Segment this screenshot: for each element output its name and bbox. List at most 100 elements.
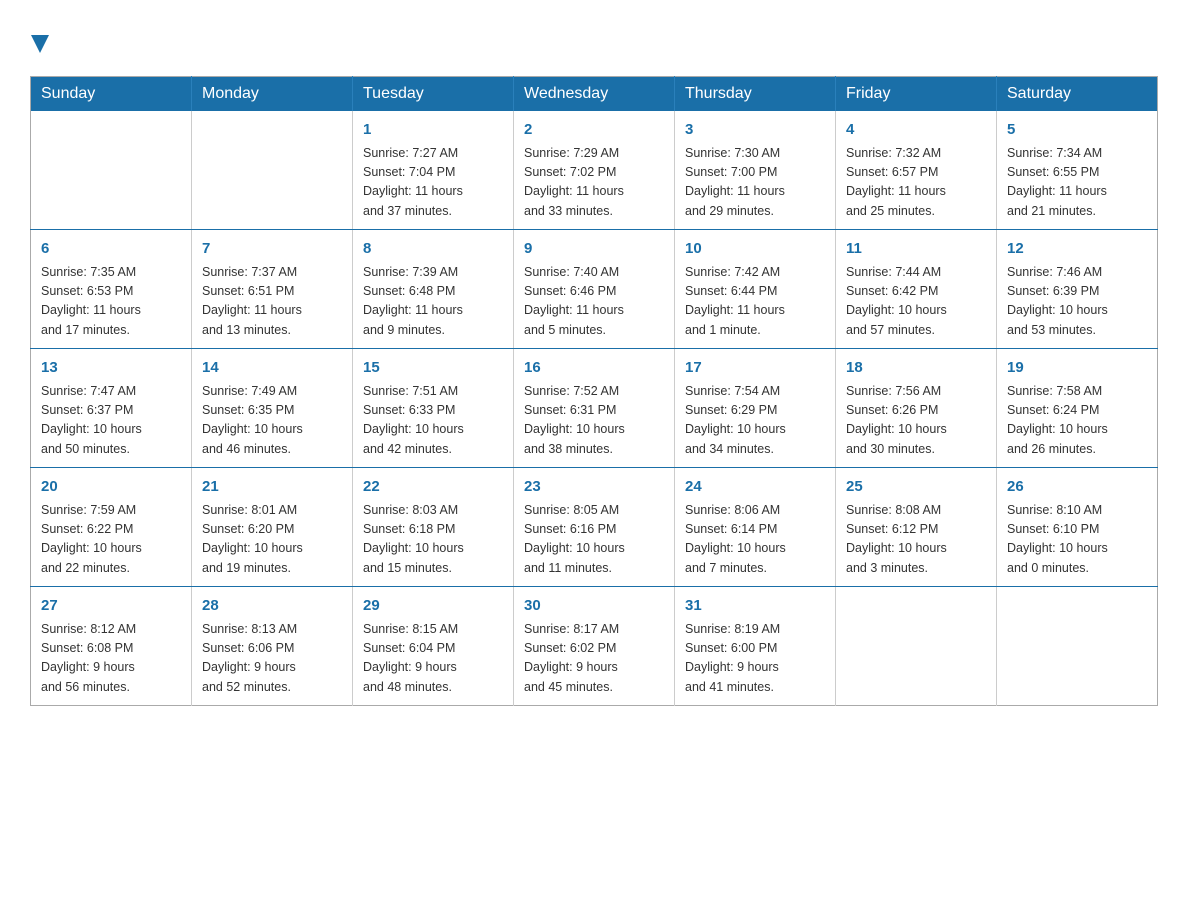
calendar-cell: 26Sunrise: 8:10 AM Sunset: 6:10 PM Dayli… [997,468,1158,587]
day-info: Sunrise: 7:40 AM Sunset: 6:46 PM Dayligh… [524,263,664,341]
calendar-cell: 7Sunrise: 7:37 AM Sunset: 6:51 PM Daylig… [192,230,353,349]
day-number: 23 [524,476,664,499]
calendar-cell: 4Sunrise: 7:32 AM Sunset: 6:57 PM Daylig… [836,111,997,230]
calendar-cell: 17Sunrise: 7:54 AM Sunset: 6:29 PM Dayli… [675,349,836,468]
day-number: 20 [41,476,181,499]
calendar-cell: 11Sunrise: 7:44 AM Sunset: 6:42 PM Dayli… [836,230,997,349]
day-number: 28 [202,595,342,618]
day-info: Sunrise: 7:56 AM Sunset: 6:26 PM Dayligh… [846,382,986,460]
day-info: Sunrise: 8:19 AM Sunset: 6:00 PM Dayligh… [685,620,825,698]
calendar-cell: 27Sunrise: 8:12 AM Sunset: 6:08 PM Dayli… [31,587,192,706]
day-number: 9 [524,238,664,261]
day-number: 12 [1007,238,1147,261]
day-number: 15 [363,357,503,380]
logo-text-row1 [30,30,49,58]
week-row-1: 1Sunrise: 7:27 AM Sunset: 7:04 PM Daylig… [31,111,1158,230]
day-number: 1 [363,119,503,142]
day-number: 11 [846,238,986,261]
calendar-cell: 13Sunrise: 7:47 AM Sunset: 6:37 PM Dayli… [31,349,192,468]
day-number: 27 [41,595,181,618]
day-number: 10 [685,238,825,261]
day-number: 30 [524,595,664,618]
calendar-cell: 20Sunrise: 7:59 AM Sunset: 6:22 PM Dayli… [31,468,192,587]
week-row-2: 6Sunrise: 7:35 AM Sunset: 6:53 PM Daylig… [31,230,1158,349]
calendar-cell: 29Sunrise: 8:15 AM Sunset: 6:04 PM Dayli… [353,587,514,706]
day-info: Sunrise: 7:49 AM Sunset: 6:35 PM Dayligh… [202,382,342,460]
day-info: Sunrise: 8:01 AM Sunset: 6:20 PM Dayligh… [202,501,342,579]
day-number: 7 [202,238,342,261]
calendar-cell: 14Sunrise: 7:49 AM Sunset: 6:35 PM Dayli… [192,349,353,468]
day-info: Sunrise: 7:58 AM Sunset: 6:24 PM Dayligh… [1007,382,1147,460]
day-number: 4 [846,119,986,142]
day-number: 31 [685,595,825,618]
day-info: Sunrise: 7:44 AM Sunset: 6:42 PM Dayligh… [846,263,986,341]
logo [30,30,49,56]
weekday-header-friday: Friday [836,77,997,112]
calendar-cell: 2Sunrise: 7:29 AM Sunset: 7:02 PM Daylig… [514,111,675,230]
day-info: Sunrise: 7:34 AM Sunset: 6:55 PM Dayligh… [1007,144,1147,222]
weekday-header-row: SundayMondayTuesdayWednesdayThursdayFrid… [31,77,1158,112]
day-info: Sunrise: 8:08 AM Sunset: 6:12 PM Dayligh… [846,501,986,579]
calendar-cell: 23Sunrise: 8:05 AM Sunset: 6:16 PM Dayli… [514,468,675,587]
day-number: 3 [685,119,825,142]
header [30,20,1158,56]
day-info: Sunrise: 8:03 AM Sunset: 6:18 PM Dayligh… [363,501,503,579]
weekday-header-monday: Monday [192,77,353,112]
calendar-cell: 28Sunrise: 8:13 AM Sunset: 6:06 PM Dayli… [192,587,353,706]
weekday-header-thursday: Thursday [675,77,836,112]
week-row-3: 13Sunrise: 7:47 AM Sunset: 6:37 PM Dayli… [31,349,1158,468]
calendar-cell: 31Sunrise: 8:19 AM Sunset: 6:00 PM Dayli… [675,587,836,706]
day-number: 6 [41,238,181,261]
day-number: 26 [1007,476,1147,499]
day-info: Sunrise: 8:05 AM Sunset: 6:16 PM Dayligh… [524,501,664,579]
week-row-4: 20Sunrise: 7:59 AM Sunset: 6:22 PM Dayli… [31,468,1158,587]
day-number: 21 [202,476,342,499]
day-number: 24 [685,476,825,499]
calendar-cell: 8Sunrise: 7:39 AM Sunset: 6:48 PM Daylig… [353,230,514,349]
day-info: Sunrise: 7:37 AM Sunset: 6:51 PM Dayligh… [202,263,342,341]
day-number: 14 [202,357,342,380]
day-info: Sunrise: 7:32 AM Sunset: 6:57 PM Dayligh… [846,144,986,222]
day-number: 22 [363,476,503,499]
day-number: 17 [685,357,825,380]
calendar-cell: 16Sunrise: 7:52 AM Sunset: 6:31 PM Dayli… [514,349,675,468]
day-number: 5 [1007,119,1147,142]
calendar-cell [836,587,997,706]
calendar-cell [192,111,353,230]
calendar-cell: 10Sunrise: 7:42 AM Sunset: 6:44 PM Dayli… [675,230,836,349]
day-info: Sunrise: 7:42 AM Sunset: 6:44 PM Dayligh… [685,263,825,341]
day-info: Sunrise: 7:59 AM Sunset: 6:22 PM Dayligh… [41,501,181,579]
calendar-cell: 9Sunrise: 7:40 AM Sunset: 6:46 PM Daylig… [514,230,675,349]
calendar-cell: 3Sunrise: 7:30 AM Sunset: 7:00 PM Daylig… [675,111,836,230]
weekday-header-saturday: Saturday [997,77,1158,112]
calendar-cell: 19Sunrise: 7:58 AM Sunset: 6:24 PM Dayli… [997,349,1158,468]
day-number: 19 [1007,357,1147,380]
calendar-cell: 22Sunrise: 8:03 AM Sunset: 6:18 PM Dayli… [353,468,514,587]
day-info: Sunrise: 8:17 AM Sunset: 6:02 PM Dayligh… [524,620,664,698]
weekday-header-tuesday: Tuesday [353,77,514,112]
day-info: Sunrise: 7:35 AM Sunset: 6:53 PM Dayligh… [41,263,181,341]
calendar-cell: 21Sunrise: 8:01 AM Sunset: 6:20 PM Dayli… [192,468,353,587]
calendar-cell: 15Sunrise: 7:51 AM Sunset: 6:33 PM Dayli… [353,349,514,468]
day-info: Sunrise: 7:54 AM Sunset: 6:29 PM Dayligh… [685,382,825,460]
day-info: Sunrise: 7:30 AM Sunset: 7:00 PM Dayligh… [685,144,825,222]
day-number: 16 [524,357,664,380]
day-info: Sunrise: 8:06 AM Sunset: 6:14 PM Dayligh… [685,501,825,579]
calendar-table: SundayMondayTuesdayWednesdayThursdayFrid… [30,76,1158,706]
day-info: Sunrise: 7:47 AM Sunset: 6:37 PM Dayligh… [41,382,181,460]
calendar-cell: 25Sunrise: 8:08 AM Sunset: 6:12 PM Dayli… [836,468,997,587]
week-row-5: 27Sunrise: 8:12 AM Sunset: 6:08 PM Dayli… [31,587,1158,706]
day-info: Sunrise: 7:27 AM Sunset: 7:04 PM Dayligh… [363,144,503,222]
day-info: Sunrise: 7:39 AM Sunset: 6:48 PM Dayligh… [363,263,503,341]
day-info: Sunrise: 7:46 AM Sunset: 6:39 PM Dayligh… [1007,263,1147,341]
day-info: Sunrise: 8:15 AM Sunset: 6:04 PM Dayligh… [363,620,503,698]
day-number: 29 [363,595,503,618]
day-number: 18 [846,357,986,380]
day-number: 8 [363,238,503,261]
day-info: Sunrise: 8:10 AM Sunset: 6:10 PM Dayligh… [1007,501,1147,579]
logo-triangle-icon [31,35,49,53]
calendar-cell [997,587,1158,706]
weekday-header-sunday: Sunday [31,77,192,112]
weekday-header-wednesday: Wednesday [514,77,675,112]
calendar-cell: 30Sunrise: 8:17 AM Sunset: 6:02 PM Dayli… [514,587,675,706]
